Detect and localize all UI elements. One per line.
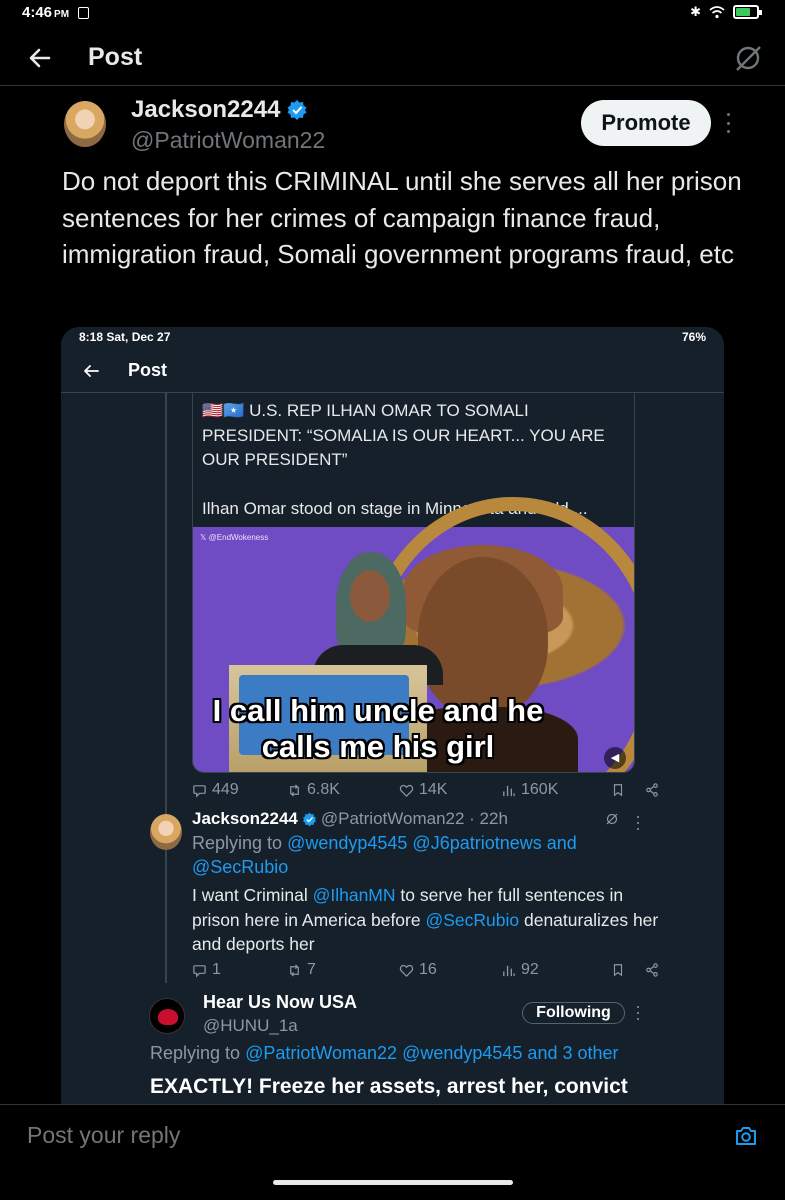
next-author-handle: @HUNU_1a	[203, 1016, 298, 1035]
grok-icon[interactable]	[733, 43, 763, 73]
share-icon	[646, 783, 658, 797]
reply-input[interactable]: Post your reply	[27, 1122, 180, 1149]
reply-icon	[193, 784, 206, 798]
more-icon	[636, 816, 640, 830]
post-text: Do not deport this CRIMINAL until she se…	[62, 166, 742, 269]
reply-body: I want Criminal @IlhanMN to serve her fu…	[192, 885, 659, 954]
embed-status-bar: 8:18 Sat, Dec 27 76%	[79, 330, 706, 344]
bookmark-icon	[613, 964, 623, 977]
quoted-headline: U.S. REP ILHAN OMAR TO SOMALI PRESIDENT:…	[202, 401, 605, 469]
video-watermark: 𝕏 @EndWokeness	[200, 533, 269, 542]
reply-handle-time: @PatriotWoman22 · 22h	[320, 809, 508, 828]
reply-header: Jackson2244 @PatriotWoman22 · 22h	[192, 809, 662, 829]
reply-author-name: Jackson2244	[192, 809, 298, 828]
views-icon	[503, 785, 515, 796]
reply-action: 1	[192, 961, 287, 979]
flag-emoji: 🇺🇸🇸🇴	[202, 401, 245, 420]
next-author-name: Hear Us Now USA	[203, 992, 358, 1012]
grok-icon	[606, 813, 618, 825]
like-action: 16	[399, 961, 501, 979]
following-button: Following	[522, 1002, 625, 1024]
bookmark-icon	[613, 784, 623, 797]
verified-badge-icon	[302, 812, 316, 826]
reply-post: Jackson2244 @PatriotWoman22 · 22h Replyi…	[192, 809, 662, 957]
video-thumbnail: 𝕏 @EndWokeness I call him uncle and he c…	[193, 497, 634, 772]
views-action: 92	[501, 961, 611, 979]
quoted-post-text: 🇺🇸🇸🇴 U.S. REP ILHAN OMAR TO SOMALI PRESI…	[202, 399, 632, 521]
more-icon	[636, 1006, 640, 1020]
wifi-icon	[709, 5, 725, 18]
next-post-text: EXACTLY! Freeze her assets, arrest her, …	[150, 1075, 628, 1098]
hear-us-now-avatar	[149, 998, 185, 1034]
like-action: 14K	[399, 781, 501, 799]
views-action: 160K	[501, 781, 611, 799]
reply-action: 449	[192, 781, 287, 799]
embed-title: Post	[128, 360, 168, 380]
verified-badge-icon	[287, 100, 307, 120]
mute-icon: ◀	[604, 747, 626, 769]
reply-actions: 1 7 16 92	[192, 961, 659, 979]
reply-avatar	[150, 814, 182, 850]
page-title: Post	[88, 43, 143, 71]
back-arrow-icon[interactable]	[24, 42, 56, 74]
reply-bar: Post your reply	[0, 1104, 785, 1168]
reply-replying-to: Replying to @wendyp4545 @J6patriotnews a…	[192, 833, 577, 877]
quoted-post-actions: 449 6.8K 14K 160K	[192, 781, 659, 799]
views-icon	[503, 965, 515, 976]
status-icons: ✱	[690, 4, 762, 20]
quoted-post: 🇺🇸🇸🇴 U.S. REP ILHAN OMAR TO SOMALI PRESI…	[192, 393, 635, 773]
repost-action: 6.8K	[287, 781, 399, 799]
author-handle[interactable]: @PatriotWoman22	[131, 127, 325, 154]
promote-button[interactable]: Promote	[581, 100, 711, 146]
embed-header: Post	[61, 349, 724, 393]
embed-back-arrow-icon	[84, 365, 99, 377]
next-replying-to: Replying to @PatriotWoman22 @wendyp4545 …	[150, 1043, 619, 1063]
more-icon[interactable]	[724, 113, 732, 133]
author-avatar[interactable]	[64, 101, 106, 147]
status-bar: 4:46 PM ✱	[0, 0, 785, 26]
share-icon	[646, 963, 658, 977]
author-name[interactable]: Jackson2244	[131, 96, 308, 124]
camera-icon[interactable]	[734, 1124, 758, 1148]
top-app-bar: Post	[0, 30, 785, 86]
status-time: 4:46 PM	[22, 4, 70, 21]
bluetooth-icon: ✱	[690, 4, 701, 19]
screenshot-indicator-icon	[78, 7, 89, 19]
reply-icon	[193, 964, 206, 978]
thread-line	[165, 393, 167, 983]
home-indicator[interactable]	[273, 1180, 513, 1185]
embedded-screenshot[interactable]: 8:18 Sat, Dec 27 76% Post 🇺🇸🇸🇴 U.S. REP …	[61, 327, 724, 1117]
battery-icon	[733, 5, 762, 19]
video-caption: I call him uncle and he calls me his gir…	[212, 693, 544, 764]
repost-icon	[290, 783, 299, 797]
repost-icon	[290, 963, 299, 977]
like-icon	[399, 964, 414, 977]
repost-action: 7	[287, 961, 399, 979]
like-icon	[399, 784, 414, 797]
